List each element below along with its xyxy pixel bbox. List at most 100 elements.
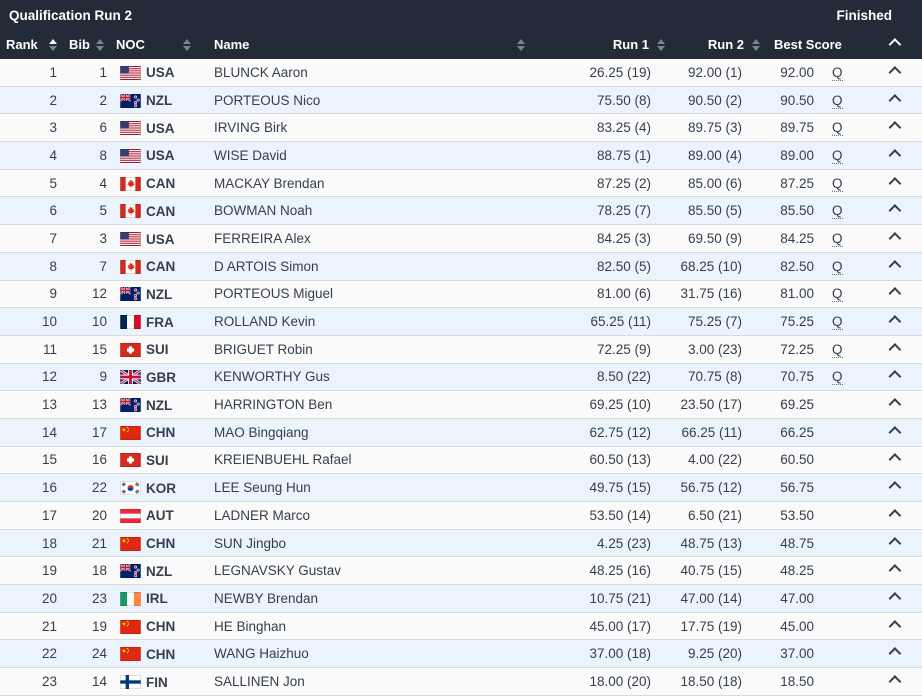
col-header-bib[interactable]: Bib [63, 30, 110, 59]
bib-value: 23 [63, 585, 110, 613]
chevron-up-icon[interactable] [888, 371, 901, 384]
chevron-up-icon[interactable] [888, 287, 901, 300]
result-row[interactable]: 20 23 IRL NEWBY Brendan 10.75 (21) 47.00… [0, 585, 922, 613]
result-row[interactable]: 22 24 CHN WANG Haizhuo 37.00 (18) 9.25 (… [0, 640, 922, 668]
bib-value: 8 [63, 142, 110, 170]
result-row[interactable]: 13 13 NZL HARRINGTON Ben 69.25 (10) 23.5… [0, 391, 922, 419]
run1-score: 82.50 (5) [535, 252, 675, 280]
result-row[interactable]: 21 19 CHN HE Binghan 45.00 (17) 17.75 (1… [0, 612, 922, 640]
col-header-noc[interactable]: NOC [110, 30, 205, 59]
result-row[interactable]: 16 22 KOR LEE Seung Hun 49.75 (15) 56.75… [0, 474, 922, 502]
run1-score: 45.00 (17) [535, 612, 675, 640]
qualified-badge: Q [832, 342, 843, 358]
result-row[interactable]: 15 16 SUI KREIENBUEHL Rafael 60.50 (13) … [0, 446, 922, 474]
chevron-up-icon[interactable] [888, 315, 901, 328]
flag-sui-icon [120, 343, 141, 357]
chevron-up-icon[interactable] [888, 260, 901, 273]
qualified-badge: Q [832, 148, 843, 164]
chevron-up-icon[interactable] [888, 121, 901, 134]
chevron-up-icon[interactable] [888, 66, 901, 79]
noc-code: KOR [146, 481, 176, 496]
chevron-up-icon[interactable] [888, 149, 901, 162]
result-row[interactable]: 19 18 NZL LEGNAVSKY Gustav 48.25 (16) 40… [0, 557, 922, 585]
rank-value: 11 [0, 335, 63, 363]
chevron-up-icon[interactable] [888, 675, 901, 688]
result-row[interactable]: 5 4 CAN MACKAY Brendan 87.25 (2) 85.00 (… [0, 169, 922, 197]
noc-code: FRA [146, 315, 174, 330]
rank-value: 22 [0, 640, 63, 668]
noc-cell: CHN [110, 640, 205, 668]
col-header-run2[interactable]: Run 2 [675, 30, 770, 59]
chevron-up-icon[interactable] [888, 398, 901, 411]
rank-value: 19 [0, 557, 63, 585]
qualified-cell [826, 391, 864, 419]
best-score: 89.00 [770, 142, 826, 170]
section-title: Qualification Run 2 [9, 8, 132, 23]
chevron-up-icon[interactable] [888, 232, 901, 245]
run1-score: 60.50 (13) [535, 446, 675, 474]
result-row[interactable]: 23 14 FIN SALLINEN Jon 18.00 (20) 18.50 … [0, 668, 922, 696]
result-row[interactable]: 8 7 CAN D ARTOIS Simon 82.50 (5) 68.25 (… [0, 252, 922, 280]
chevron-up-icon[interactable] [888, 481, 901, 494]
result-row[interactable]: 18 21 CHN SUN Jingbo 4.25 (23) 48.75 (13… [0, 529, 922, 557]
result-row[interactable]: 9 12 NZL PORTEOUS Miguel 81.00 (6) 31.75… [0, 280, 922, 308]
chevron-up-icon[interactable] [888, 454, 901, 467]
noc-cell: USA [110, 114, 205, 142]
noc-code: FIN [146, 674, 168, 689]
result-row[interactable]: 2 2 NZL PORTEOUS Nico 75.50 (8) 90.50 (2… [0, 86, 922, 114]
chevron-up-icon[interactable] [888, 177, 901, 190]
result-row[interactable]: 4 8 USA WISE David 88.75 (1) 89.00 (4) 8… [0, 142, 922, 170]
qualified-cell: Q [826, 363, 864, 391]
rank-value: 23 [0, 668, 63, 696]
bib-value: 10 [63, 308, 110, 336]
chevron-up-icon[interactable] [888, 592, 901, 605]
col-header-rank[interactable]: Rank [0, 30, 63, 59]
result-row[interactable]: 10 10 FRA ROLLAND Kevin 65.25 (11) 75.25… [0, 308, 922, 336]
chevron-up-icon[interactable] [888, 204, 901, 217]
athlete-name: WISE David [205, 142, 535, 170]
col-header-name[interactable]: Name [205, 30, 535, 59]
run2-score: 56.75 (12) [675, 474, 770, 502]
col-header-run1[interactable]: Run 1 [535, 30, 675, 59]
result-row[interactable]: 14 17 CHN MAO Bingqiang 62.75 (12) 66.25… [0, 418, 922, 446]
chevron-up-icon[interactable] [888, 537, 901, 550]
noc-cell: CAN [110, 252, 205, 280]
chevron-up-icon[interactable] [888, 647, 901, 660]
qualified-badge: Q [832, 93, 843, 109]
collapse-all-header[interactable] [864, 30, 922, 59]
chevron-up-icon[interactable] [888, 564, 901, 577]
qualified-badge: Q [832, 65, 843, 81]
noc-code: NZL [146, 93, 172, 108]
col-label-best-score: Best Score [774, 37, 842, 52]
result-row[interactable]: 11 15 SUI BRIGUET Robin 72.25 (9) 3.00 (… [0, 335, 922, 363]
athlete-name: BLUNCK Aaron [205, 59, 535, 86]
result-row[interactable]: 7 3 USA FERREIRA Alex 84.25 (3) 69.50 (9… [0, 225, 922, 253]
bib-value: 24 [63, 640, 110, 668]
noc-cell: CHN [110, 529, 205, 557]
run1-score: 69.25 (10) [535, 391, 675, 419]
chevron-up-icon[interactable] [888, 343, 901, 356]
result-row[interactable]: 17 20 AUT LADNER Marco 53.50 (14) 6.50 (… [0, 502, 922, 530]
result-row[interactable]: 6 5 CAN BOWMAN Noah 78.25 (7) 85.50 (5) … [0, 197, 922, 225]
result-row[interactable]: 12 9 GBR KENWORTHY Gus 8.50 (22) 70.75 (… [0, 363, 922, 391]
qualified-cell [826, 502, 864, 530]
run1-score: 4.25 (23) [535, 529, 675, 557]
qualified-cell: Q [826, 335, 864, 363]
result-row[interactable]: 1 1 USA BLUNCK Aaron 26.25 (19) 92.00 (1… [0, 59, 922, 86]
athlete-name: MAO Bingqiang [205, 418, 535, 446]
noc-cell: AUT [110, 502, 205, 530]
best-score: 87.25 [770, 169, 826, 197]
run2-score: 31.75 (16) [675, 280, 770, 308]
chevron-up-icon[interactable] [888, 426, 901, 439]
row-expand-cell [864, 59, 922, 86]
qualified-cell [826, 612, 864, 640]
results-panel: Qualification Run 2 Finished Rank Bib [0, 0, 922, 696]
result-row[interactable]: 3 6 USA IRVING Birk 83.25 (4) 89.75 (3) … [0, 114, 922, 142]
chevron-up-icon[interactable] [888, 509, 901, 522]
chevron-up-icon[interactable] [888, 620, 901, 633]
chevron-up-icon[interactable] [888, 94, 901, 107]
run1-score: 84.25 (3) [535, 225, 675, 253]
bib-value: 13 [63, 391, 110, 419]
qualified-badge: Q [832, 203, 843, 219]
col-header-best-score[interactable]: Best Score [770, 30, 864, 59]
